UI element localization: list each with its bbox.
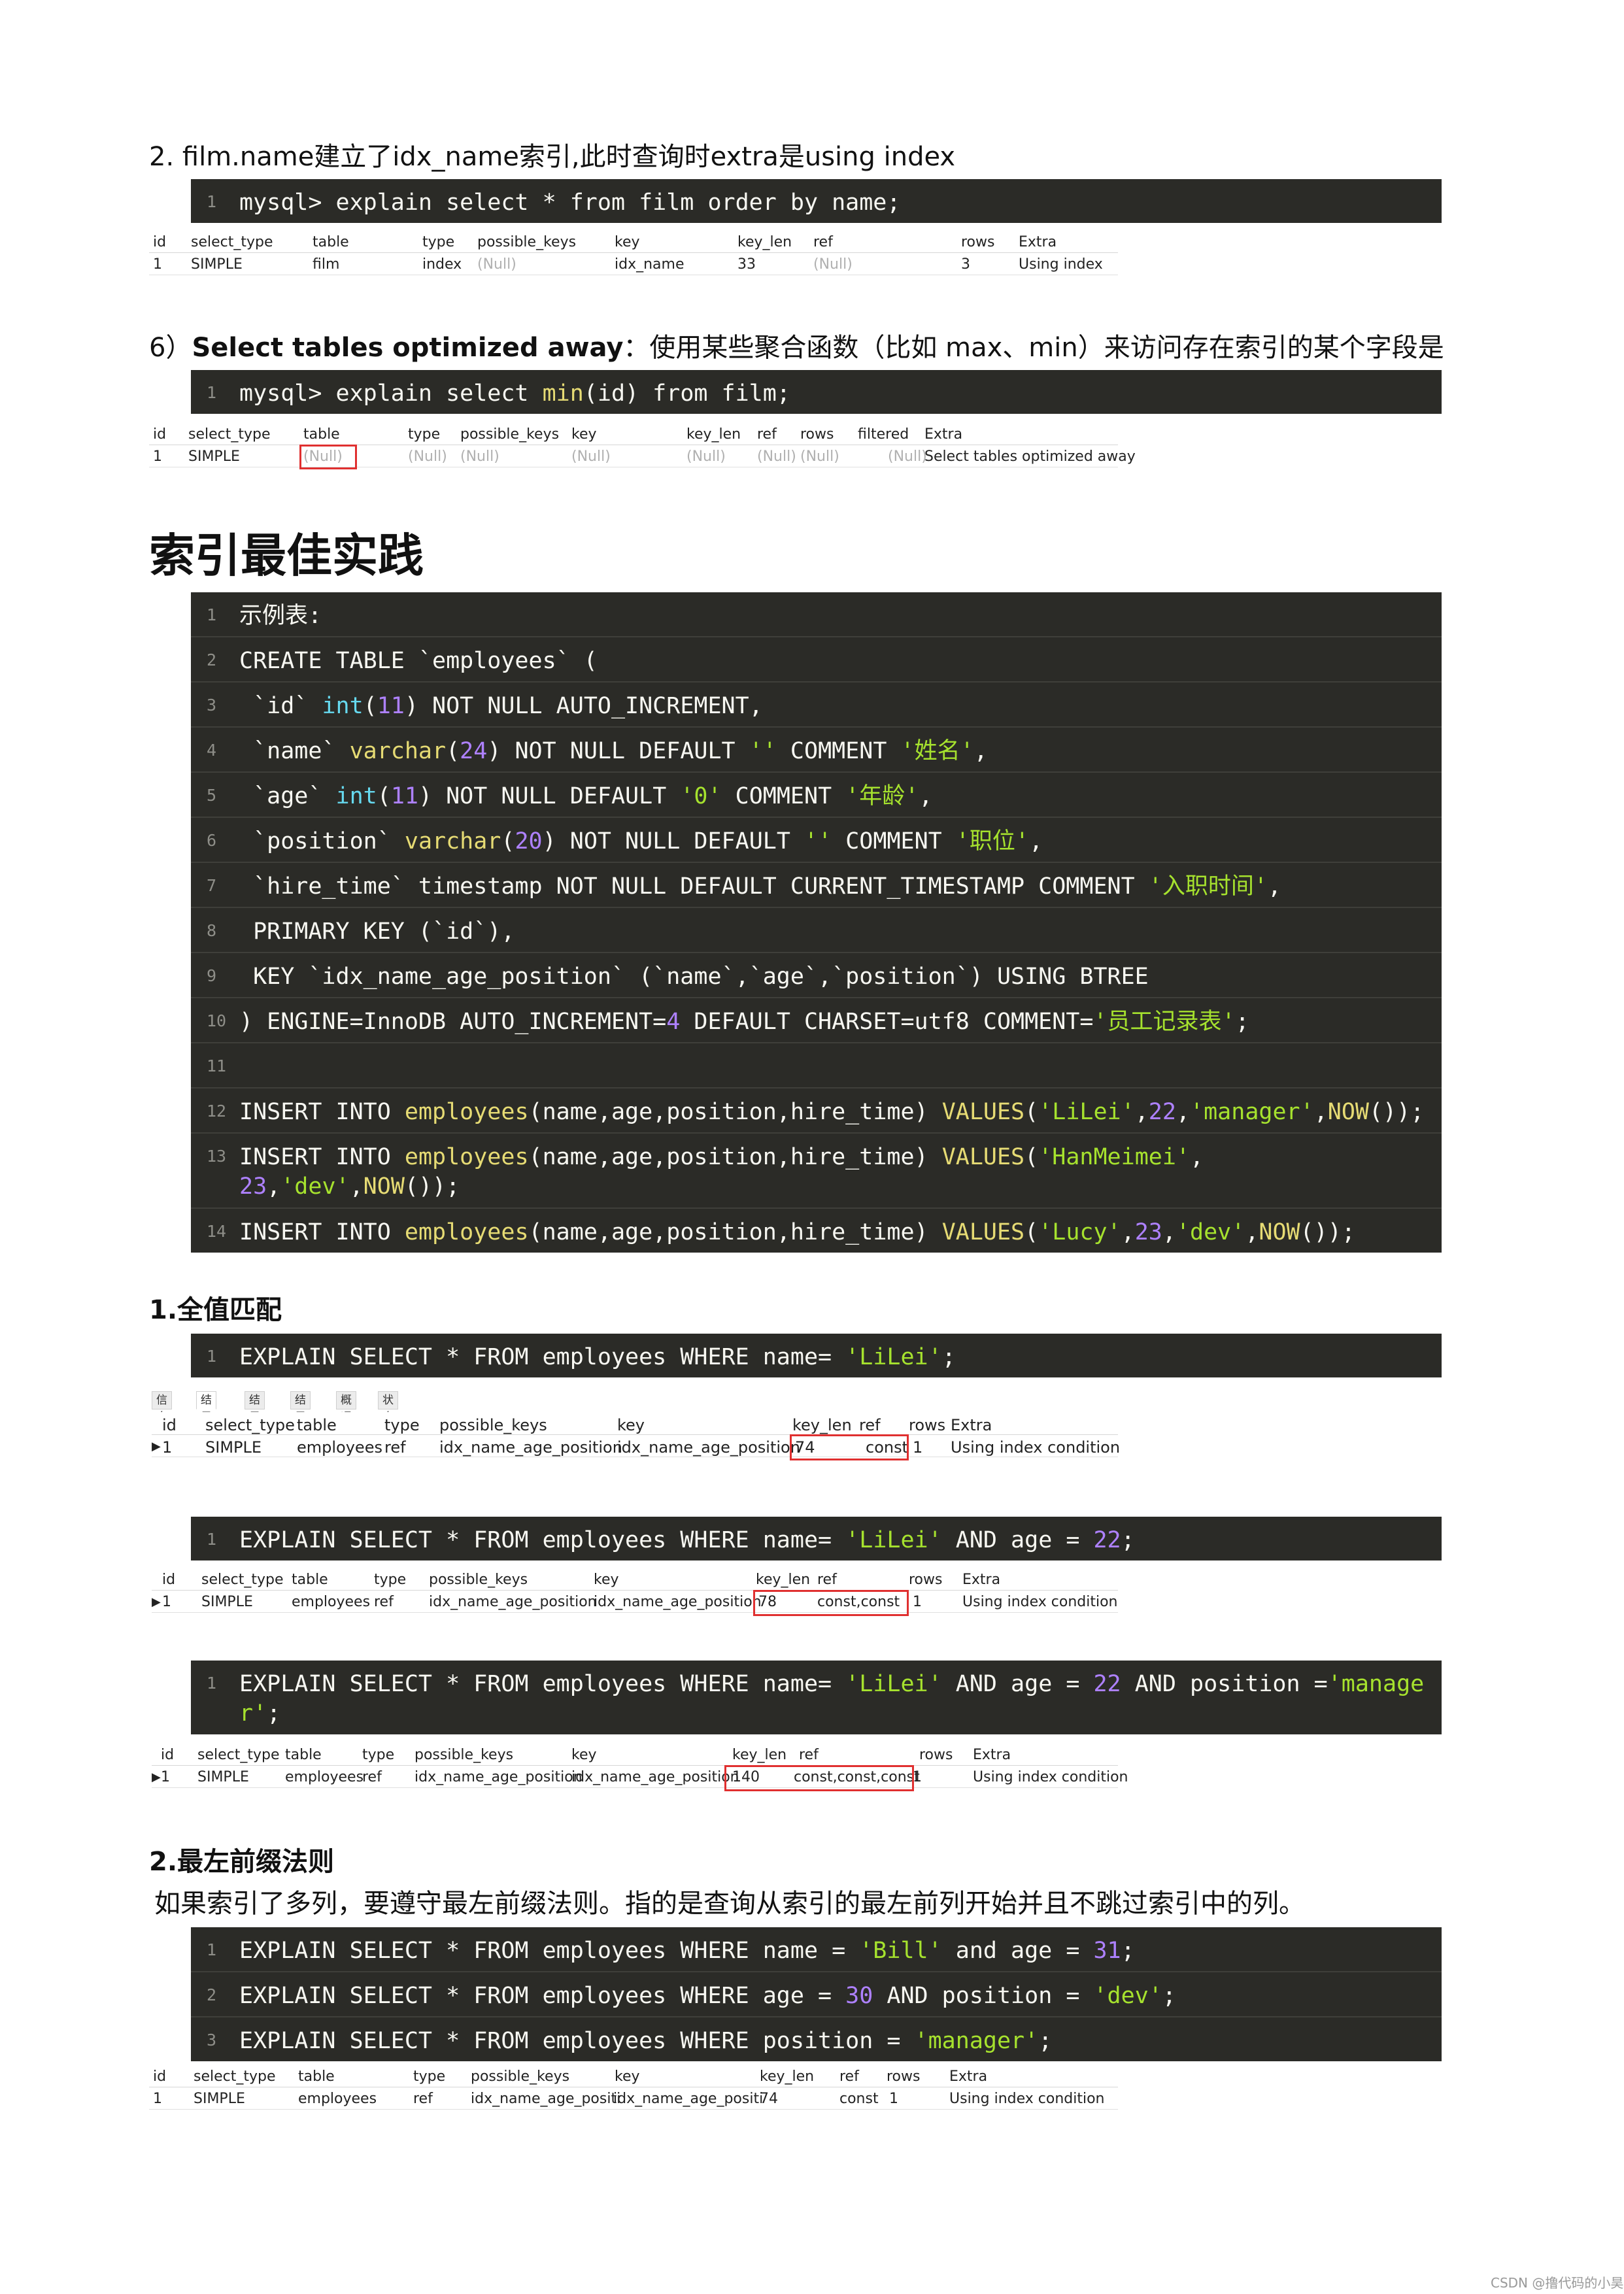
code-block-create-table: 1 示例表: 2 CREATE TABLE `employees` ( 3 `id`… xyxy=(191,592,1442,1253)
table-row[interactable]: 1 SIMPLE employees ref idx_name_age_posi… xyxy=(149,2087,1118,2110)
grid-header: id select_type table type possible_keys … xyxy=(149,230,1118,253)
table-row[interactable]: ▶ 1 SIMPLE employees ref idx_name_age_po… xyxy=(152,1765,1128,1788)
grid-header: id select_type table type possible_keys … xyxy=(149,422,1118,445)
highlight-box xyxy=(724,1765,914,1791)
row-pointer-icon: ▶ xyxy=(152,1770,161,1784)
leftmost-description: 如果索引了多列，要遵守最左前缀法则。指的是查询从索引的最左前列开始并且不跳过索引… xyxy=(154,1889,1305,1919)
code-block-explain-min: 1 mysql> explain select min(id) from film… xyxy=(191,370,1442,414)
result-grid-film: id select_type table type possible_keys … xyxy=(149,230,1118,275)
result-grid-leftmost: id select_type table type possible_keys … xyxy=(149,2065,1118,2110)
result-grid-min: id select_type table type possible_keys … xyxy=(149,422,1136,469)
page-title: 索引最佳实践 xyxy=(149,529,424,582)
code-block-leftmost: 1 EXPLAIN SELECT * FROM employees WHERE n… xyxy=(191,1927,1442,2061)
code-block-explain-name: 1 EXPLAIN SELECT * FROM employees WHERE n… xyxy=(191,1334,1442,1377)
code-block-explain-order: 1 mysql> explain select * from film order… xyxy=(191,179,1442,223)
tab-result2[interactable]: 结果2 xyxy=(245,1391,265,1441)
code-block-explain-name-age: 1 EXPLAIN SELECT * FROM employees WHERE n… xyxy=(191,1517,1442,1560)
code-block-explain-name-age-position: 1 EXPLAIN SELECT * FROM employees WHERE n… xyxy=(191,1661,1442,1734)
section-heading-leftmost-prefix: 2.最左前缀法则 xyxy=(149,1847,335,1877)
section-heading-film-name: 2. film.name建立了idx_name索引,此时查询时extra是usi… xyxy=(149,142,956,172)
result-grid-ex2: id select_type table type possible_keys … xyxy=(152,1568,1118,1616)
table-row[interactable]: ▶ 1 SIMPLE employees ref idx_name_age_po… xyxy=(152,1590,1118,1613)
code-line: 1 mysql> explain select min(id) from film… xyxy=(207,380,790,407)
table-row[interactable]: ▶ 1 SIMPLE employees ref idx_name_age_po… xyxy=(152,1434,1120,1457)
section-heading-full-match: 1.全值匹配 xyxy=(149,1295,282,1325)
result-grid-ex1: id select_type table type possible_keys … xyxy=(152,1412,1120,1460)
tab-result3[interactable]: 结果3 xyxy=(290,1391,311,1441)
section-heading-optimized-away: 6）Select tables optimized away：使用某些聚合函数（… xyxy=(149,333,1444,363)
table-row[interactable]: 1 SIMPLE (Null) (Null) (Null) (Null) (Nu… xyxy=(149,445,1136,467)
tab-result1[interactable]: 结果1 xyxy=(196,1391,216,1441)
table-row[interactable]: 1 SIMPLE film index (Null) idx_name 33 (… xyxy=(149,252,1118,275)
row-pointer-icon: ▶ xyxy=(152,1595,161,1609)
highlight-box xyxy=(299,445,357,469)
code-line: 1 mysql> explain select * from film order… xyxy=(207,190,901,216)
highlight-box xyxy=(790,1434,909,1460)
result-grid-ex3: id select_type table type possible_keys … xyxy=(152,1743,1128,1791)
row-pointer-icon: ▶ xyxy=(152,1440,161,1453)
tab-info[interactable]: 信息 xyxy=(152,1391,172,1424)
tab-overview[interactable]: 概况 xyxy=(336,1391,356,1424)
tab-status[interactable]: 状态 xyxy=(378,1391,398,1424)
highlight-box xyxy=(753,1590,909,1616)
watermark: CSDN @撸代码的小昊 xyxy=(1491,2275,1624,2291)
